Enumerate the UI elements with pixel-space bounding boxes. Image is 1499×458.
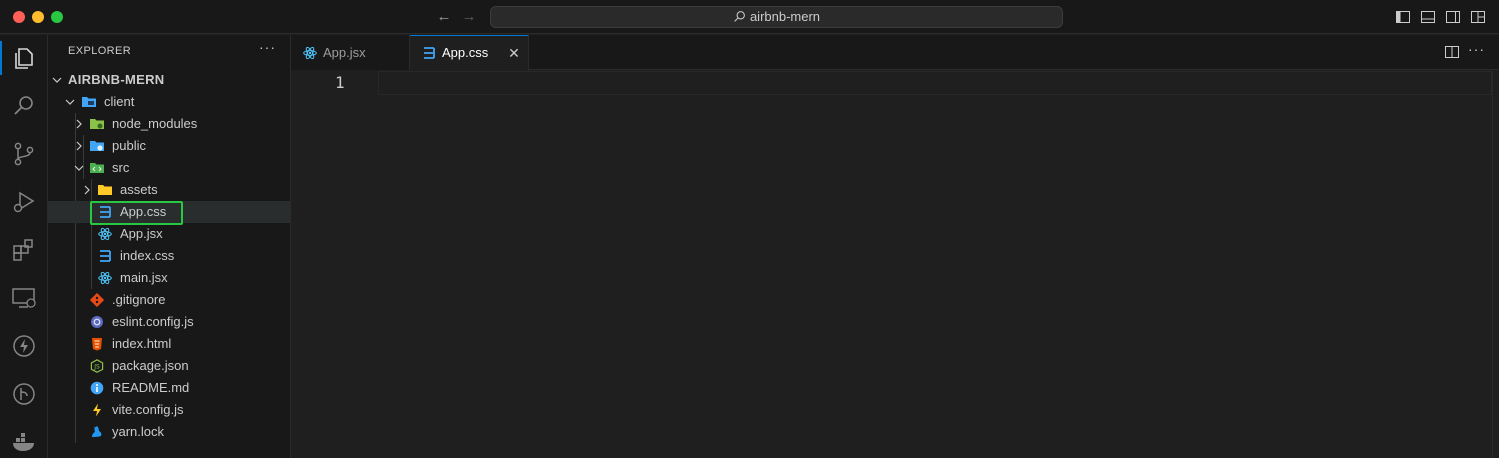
chevron-down-icon bbox=[52, 77, 62, 83]
toggle-panel-icon[interactable] bbox=[1420, 9, 1436, 25]
html-file-icon bbox=[92, 338, 102, 351]
tree-item-eslint-config[interactable]: eslint.config.js bbox=[48, 311, 291, 333]
chevron-right-icon bbox=[84, 185, 90, 195]
toggle-primary-sidebar-icon[interactable] bbox=[1395, 9, 1411, 25]
command-center-text: airbnb-mern bbox=[749, 9, 821, 24]
more-actions-icon[interactable]: ··· bbox=[259, 39, 276, 55]
svg-text:JS: JS bbox=[93, 364, 100, 371]
tree-item-label: index.css bbox=[120, 248, 175, 263]
tree-item-package-json[interactable]: JS package.json bbox=[48, 355, 291, 377]
git-file-icon bbox=[90, 293, 104, 307]
tree-item-src[interactable]: src bbox=[48, 157, 291, 179]
command-center-search[interactable]: airbnb-mern bbox=[490, 6, 1063, 28]
chevron-right-icon bbox=[76, 141, 82, 151]
close-window-button[interactable] bbox=[13, 11, 25, 23]
vite-file-icon bbox=[93, 403, 101, 417]
tree-item-main-jsx[interactable]: main.jsx bbox=[48, 267, 291, 289]
tab-app-css[interactable]: App.css ✕ bbox=[410, 35, 529, 71]
editor-more-actions-icon[interactable]: ··· bbox=[1468, 41, 1484, 57]
scrollbar-track[interactable] bbox=[1492, 71, 1493, 458]
tree-item-label: src bbox=[112, 160, 130, 175]
tree-item-label: README.md bbox=[112, 380, 190, 395]
eslint-file-icon bbox=[91, 316, 103, 328]
active-view-indicator bbox=[0, 41, 2, 75]
tree-item-yarn-lock[interactable]: yarn.lock bbox=[48, 421, 291, 443]
search-icon bbox=[734, 11, 745, 22]
customize-layout-icon[interactable] bbox=[1470, 9, 1486, 25]
extensions-icon[interactable] bbox=[10, 236, 38, 264]
tree-item-label: App.jsx bbox=[120, 226, 163, 241]
back-arrow-icon[interactable]: ← bbox=[435, 8, 453, 26]
tree-item-label: eslint.config.js bbox=[112, 314, 194, 329]
tab-app-jsx[interactable]: App.jsx bbox=[291, 35, 410, 70]
assets-folder-icon bbox=[98, 185, 112, 195]
current-line-highlight bbox=[378, 71, 1492, 95]
run-and-debug-icon[interactable] bbox=[10, 188, 38, 216]
tree-item-label: public bbox=[112, 138, 146, 153]
chevron-down-icon bbox=[74, 165, 84, 171]
node-folder-icon bbox=[90, 119, 104, 129]
docker-icon[interactable] bbox=[10, 428, 38, 456]
code-editor[interactable]: 1 bbox=[291, 71, 1499, 458]
workspace-root[interactable]: AIRBNB-MERN bbox=[48, 69, 291, 91]
tree-item-public[interactable]: public bbox=[48, 135, 291, 157]
forward-arrow-icon[interactable]: → bbox=[460, 8, 478, 26]
git-graph-icon[interactable] bbox=[10, 380, 38, 408]
toggle-secondary-sidebar-icon[interactable] bbox=[1445, 9, 1461, 25]
tab-label: App.jsx bbox=[323, 45, 366, 60]
tree-item-label: vite.config.js bbox=[112, 402, 184, 417]
tree-item-label: package.json bbox=[112, 358, 189, 373]
minimize-window-button[interactable] bbox=[32, 11, 44, 23]
source-control-icon[interactable] bbox=[10, 140, 38, 168]
tree-item-node-modules[interactable]: node_modules bbox=[48, 113, 291, 135]
lightning-icon[interactable] bbox=[10, 332, 38, 360]
client-folder-icon bbox=[82, 97, 96, 107]
public-folder-icon bbox=[90, 141, 104, 151]
css-file-icon bbox=[424, 47, 435, 59]
npm-file-icon: JS bbox=[90, 359, 104, 373]
highlight-box bbox=[90, 201, 183, 225]
search-icon[interactable] bbox=[10, 92, 38, 120]
yarn-file-icon bbox=[92, 426, 102, 437]
explorer-sidebar: EXPLORER ··· AIRBNB-MERN client node_mod… bbox=[48, 35, 291, 458]
react-file-icon bbox=[303, 46, 317, 60]
tree-item-label: assets bbox=[120, 182, 158, 197]
tree-item-label: main.jsx bbox=[120, 270, 168, 285]
tree-item-label: client bbox=[104, 94, 135, 109]
remote-explorer-icon[interactable] bbox=[10, 284, 38, 312]
tree-item-readme[interactable]: README.md bbox=[48, 377, 291, 399]
tree-item-label: .gitignore bbox=[112, 292, 166, 307]
title-bar: ← → airbnb-mern bbox=[0, 0, 1499, 34]
explorer-header: EXPLORER bbox=[68, 45, 132, 57]
activity-bar bbox=[0, 35, 48, 458]
split-editor-icon[interactable] bbox=[1444, 44, 1460, 60]
tree-item-index-css[interactable]: index.css bbox=[48, 245, 291, 267]
tree-item-vite-config[interactable]: vite.config.js bbox=[48, 399, 291, 421]
maximize-window-button[interactable] bbox=[51, 11, 63, 23]
info-file-icon bbox=[90, 381, 104, 395]
workspace-root-label: AIRBNB-MERN bbox=[68, 72, 165, 87]
tree-item-label: index.html bbox=[112, 336, 172, 351]
tab-label: App.css bbox=[442, 45, 489, 60]
css-file-icon bbox=[100, 250, 111, 262]
tree-item-client[interactable]: client bbox=[48, 91, 291, 113]
chevron-down-icon bbox=[65, 99, 75, 105]
explorer-icon[interactable] bbox=[10, 44, 38, 72]
src-folder-icon bbox=[90, 163, 104, 173]
react-file-icon bbox=[98, 227, 112, 241]
line-number: 1 bbox=[335, 73, 345, 92]
close-icon[interactable]: ✕ bbox=[508, 46, 520, 60]
tree-item-label: node_modules bbox=[112, 116, 198, 131]
editor-tabs: App.jsx App.css ✕ ··· bbox=[291, 35, 1499, 71]
chevron-right-icon bbox=[76, 119, 82, 129]
tree-item-assets[interactable]: assets bbox=[48, 179, 291, 201]
react-file-icon bbox=[98, 271, 112, 285]
tree-item-index-html[interactable]: index.html bbox=[48, 333, 291, 355]
tree-item-app-jsx[interactable]: App.jsx bbox=[48, 223, 291, 245]
tree-item-gitignore[interactable]: .gitignore bbox=[48, 289, 291, 311]
tree-item-label: yarn.lock bbox=[112, 424, 165, 439]
